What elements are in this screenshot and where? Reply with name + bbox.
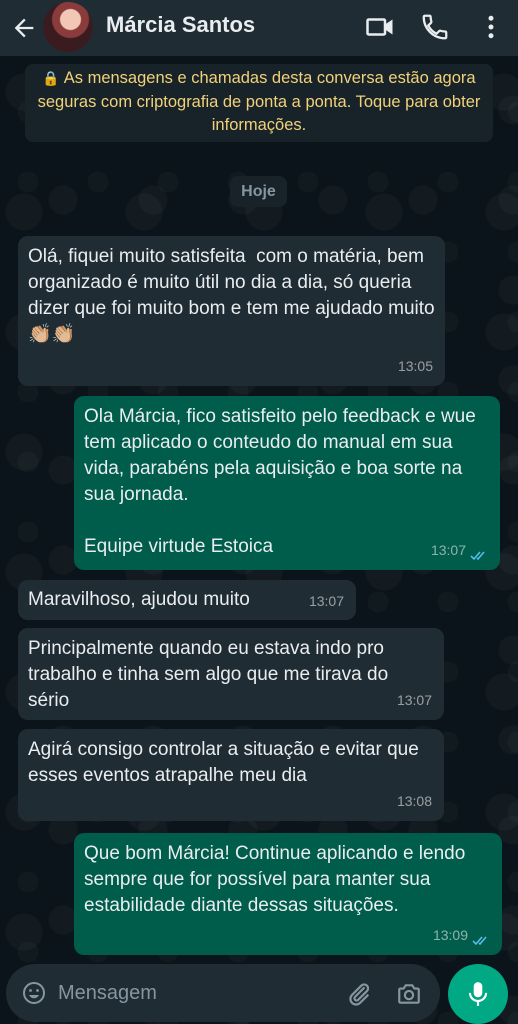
attach-icon[interactable] bbox=[346, 981, 372, 1007]
message-text: Ola Márcia, fico satisfeito pelo feedbac… bbox=[84, 406, 476, 557]
message-text: Olá, fiquei muito satisfeita com o matér… bbox=[28, 246, 440, 345]
message-text: Agirá consigo controlar a situação e evi… bbox=[28, 739, 425, 786]
message-input[interactable]: Mensagem bbox=[58, 982, 157, 1005]
lock-icon: 🔒 bbox=[42, 70, 64, 86]
message-time: 13:07 bbox=[396, 692, 432, 708]
message-composer[interactable]: Mensagem bbox=[6, 964, 440, 1022]
read-receipt-icon bbox=[472, 936, 487, 946]
message-text: Maravilhoso, ajudou muito bbox=[28, 589, 250, 610]
voice-call-icon[interactable] bbox=[420, 12, 450, 42]
emoji-icon[interactable] bbox=[22, 981, 46, 1005]
message-text: Principalmente quando eu estava indo pro… bbox=[28, 638, 394, 711]
contact-name[interactable]: Márcia Santos bbox=[106, 12, 255, 38]
message-bubble-outgoing[interactable]: Ola Márcia, fico satisfeito pelo feedbac… bbox=[74, 396, 500, 570]
message-bubble-incoming[interactable]: Maravilhoso, ajudou muito 13:07 bbox=[18, 580, 356, 620]
chat-header: Márcia Santos bbox=[0, 0, 518, 56]
message-bubble-outgoing[interactable]: Que bom Márcia! Continue aplicando e len… bbox=[74, 833, 502, 955]
encryption-notice-text: As mensagens e chamadas desta conversa e… bbox=[37, 69, 481, 134]
more-options-icon[interactable] bbox=[476, 12, 506, 42]
encryption-notice[interactable]: 🔒 As mensagens e chamadas desta conversa… bbox=[25, 64, 493, 142]
back-arrow-icon[interactable] bbox=[10, 14, 38, 42]
message-text: Que bom Márcia! Continue aplicando e len… bbox=[84, 843, 471, 916]
mic-icon bbox=[468, 982, 488, 1006]
contact-avatar[interactable] bbox=[43, 2, 93, 52]
mic-button[interactable] bbox=[448, 964, 508, 1024]
message-time: 13:07 bbox=[308, 593, 344, 609]
read-receipt-icon bbox=[470, 551, 485, 561]
message-time: 13:07 bbox=[430, 542, 466, 558]
message-bubble-incoming[interactable]: Principalmente quando eu estava indo pro… bbox=[18, 628, 444, 720]
message-time: 13:08 bbox=[396, 793, 432, 809]
message-bubble-incoming[interactable]: Olá, fiquei muito satisfeita com o matér… bbox=[18, 236, 445, 386]
date-divider: Hoje bbox=[230, 176, 287, 207]
message-time: 13:05 bbox=[397, 358, 433, 374]
message-time: 13:09 bbox=[432, 927, 468, 943]
camera-icon[interactable] bbox=[396, 981, 422, 1007]
video-call-icon[interactable] bbox=[365, 12, 395, 42]
message-bubble-incoming[interactable]: Agirá consigo controlar a situação e evi… bbox=[18, 729, 444, 821]
